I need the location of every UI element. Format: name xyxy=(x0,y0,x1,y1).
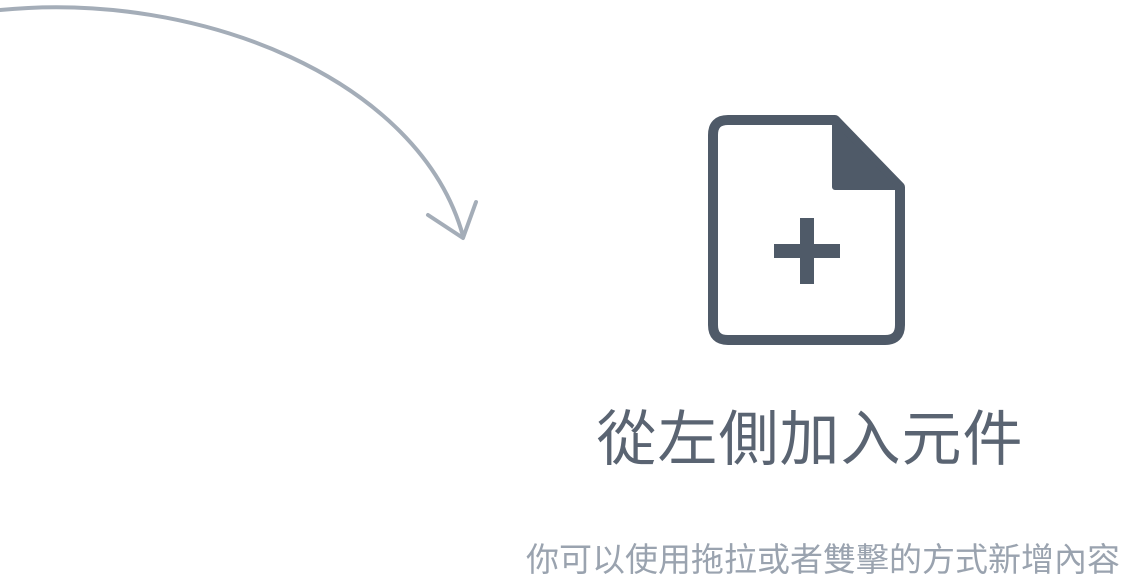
curved-arrow-icon xyxy=(0,5,478,240)
document-add-icon xyxy=(708,115,905,345)
empty-state-title: 從左側加入元件 xyxy=(596,405,1024,475)
empty-state-hint: 你可以使用拖拉或者雙擊的方式新增內容 xyxy=(526,540,1120,579)
